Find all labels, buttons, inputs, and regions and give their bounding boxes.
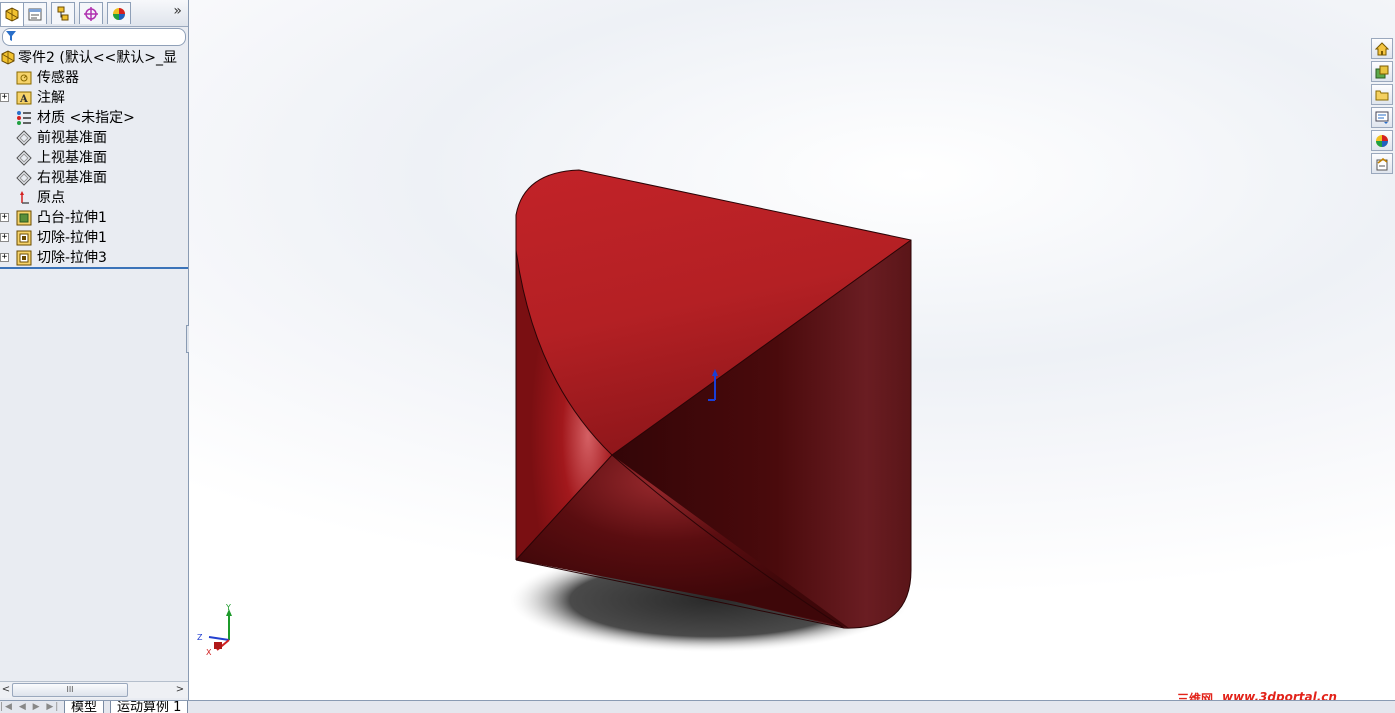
view-palette-icon bbox=[1375, 111, 1389, 124]
svg-text:A: A bbox=[19, 94, 28, 105]
file-explorer-icon bbox=[1375, 90, 1389, 100]
tree-item-label: 原点 bbox=[37, 190, 65, 206]
dimxpert-tab[interactable] bbox=[79, 2, 103, 24]
boss-extrude-icon bbox=[16, 210, 32, 226]
tree-item[interactable]: + 切除-拉伸1 bbox=[0, 228, 188, 248]
rollback-bar[interactable] bbox=[0, 267, 188, 269]
design-library-icon bbox=[1375, 65, 1389, 78]
tab-navigation-arrows[interactable]: |◀ ◀ ▶ ▶| bbox=[0, 701, 64, 713]
display-manager-tab[interactable] bbox=[107, 2, 131, 24]
model-view: Y Z X bbox=[197, 169, 912, 657]
graphics-area[interactable]: Y Z X bbox=[189, 0, 1395, 700]
appearances-button[interactable] bbox=[1371, 130, 1393, 151]
tree-item[interactable]: 上视基准面 bbox=[0, 148, 188, 168]
feature-manager-panel: » 零件2 (默认<<默认>_显传感器 + A 注解材质 <未指定> 前视基准面上视基准… bbox=[0, 0, 189, 700]
solidworks-resources-icon bbox=[1375, 41, 1389, 55]
tree-item[interactable]: 前视基准面 bbox=[0, 128, 188, 148]
appearances-icon bbox=[1376, 134, 1388, 147]
tab-motion-study[interactable]: 运动算例 1 bbox=[110, 701, 189, 713]
custom-properties-icon bbox=[1376, 157, 1388, 170]
horizontal-scrollbar[interactable]: < III > bbox=[0, 681, 188, 698]
tree-item[interactable]: + A 注解 bbox=[0, 88, 188, 108]
expand-toggle[interactable]: + bbox=[0, 93, 9, 102]
solidworks-resources-button[interactable] bbox=[1371, 38, 1393, 59]
featuremanager-tab-icon bbox=[5, 6, 19, 22]
triad-y-label: Y bbox=[225, 603, 231, 612]
tree-item[interactable]: + 切除-拉伸3 bbox=[0, 248, 188, 268]
tree-root-part[interactable]: 零件2 (默认<<默认>_显 bbox=[0, 48, 188, 68]
reference-triad bbox=[208, 609, 232, 651]
feature-tree: 零件2 (默认<<默认>_显传感器 + A 注解材质 <未指定> 前视基准面上视基准面右… bbox=[0, 48, 188, 268]
sensor-icon bbox=[16, 70, 32, 86]
cut-extrude-icon bbox=[16, 230, 32, 246]
tree-item[interactable]: 右视基准面 bbox=[0, 168, 188, 188]
custom-properties-button[interactable] bbox=[1371, 153, 1393, 174]
scroll-left-button[interactable]: < bbox=[0, 683, 12, 696]
featuremanager-tab[interactable] bbox=[0, 2, 24, 26]
annotation-icon: A bbox=[16, 90, 32, 106]
configurationmanager-tab-icon bbox=[57, 6, 69, 20]
display-manager-tab-icon bbox=[113, 7, 125, 20]
tab-model[interactable]: 模型 bbox=[64, 701, 105, 713]
manager-tab-bar: » bbox=[0, 0, 188, 27]
view-palette-button[interactable] bbox=[1371, 107, 1393, 128]
bottom-tab-bar: |◀ ◀ ▶ ▶| 模型 运动算例 1 bbox=[0, 700, 1395, 713]
cut-extrude-icon bbox=[16, 250, 32, 266]
tree-item-label: 材质 <未指定> bbox=[37, 110, 135, 126]
origin-icon bbox=[16, 190, 32, 206]
part-icon bbox=[0, 50, 16, 66]
tree-item[interactable]: 传感器 bbox=[0, 68, 188, 88]
triad-x-label: X bbox=[206, 648, 212, 657]
tree-item-label: 传感器 bbox=[37, 70, 79, 86]
plane-icon bbox=[16, 150, 32, 166]
scroll-thumb[interactable]: III bbox=[12, 683, 128, 697]
propertymanager-tab-icon bbox=[28, 8, 42, 20]
triad-z-label: Z bbox=[197, 633, 203, 642]
feature-filter-input[interactable] bbox=[2, 28, 186, 46]
expand-toggle[interactable]: + bbox=[0, 233, 9, 242]
tree-item-label: 零件2 (默认<<默认>_显 bbox=[18, 50, 178, 66]
scroll-right-button[interactable]: > bbox=[174, 683, 186, 696]
tree-item[interactable]: 材质 <未指定> bbox=[0, 108, 188, 128]
tree-item-label: 切除-拉伸3 bbox=[37, 250, 107, 266]
file-explorer-button[interactable] bbox=[1371, 84, 1393, 105]
tree-item-label: 切除-拉伸1 bbox=[37, 230, 107, 246]
tree-item-label: 前视基准面 bbox=[37, 130, 107, 146]
expand-toggle[interactable]: + bbox=[0, 253, 9, 262]
configurationmanager-tab[interactable] bbox=[51, 2, 75, 24]
tree-item[interactable]: 原点 bbox=[0, 188, 188, 208]
tree-item-label: 上视基准面 bbox=[37, 150, 107, 166]
filter-icon bbox=[6, 31, 16, 41]
dimxpert-tab-icon bbox=[84, 6, 98, 21]
tree-item-label: 右视基准面 bbox=[37, 170, 107, 186]
tree-item-label: 注解 bbox=[37, 90, 65, 106]
more-tabs-button[interactable]: » bbox=[173, 3, 182, 19]
material-icon bbox=[16, 110, 32, 126]
propertymanager-tab[interactable] bbox=[23, 2, 47, 24]
task-pane-toolbar bbox=[1371, 38, 1393, 176]
tree-item-label: 凸台-拉伸1 bbox=[37, 210, 107, 226]
expand-toggle[interactable]: + bbox=[0, 213, 9, 222]
tree-item[interactable]: + 凸台-拉伸1 bbox=[0, 208, 188, 228]
design-library-button[interactable] bbox=[1371, 61, 1393, 82]
plane-icon bbox=[16, 170, 32, 186]
plane-icon bbox=[16, 130, 32, 146]
